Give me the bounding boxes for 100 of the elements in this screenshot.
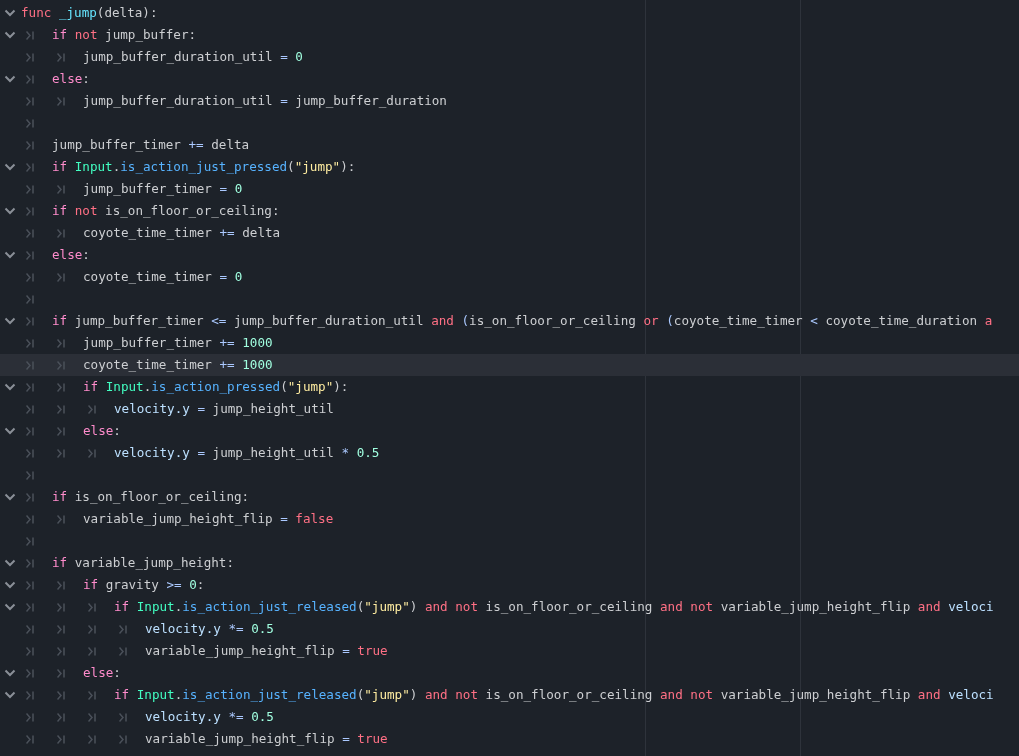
tab-marker-icon <box>26 206 34 216</box>
tab-marker-icon <box>57 580 65 590</box>
tab-marker-icon <box>57 712 65 722</box>
tab-marker-icon <box>26 30 34 40</box>
chevron-down-icon[interactable] <box>4 603 16 611</box>
code-line: else: <box>83 664 121 682</box>
chevron-down-icon[interactable] <box>4 163 16 171</box>
chevron-down-icon[interactable] <box>4 669 16 677</box>
chevron-down-icon[interactable] <box>4 493 16 501</box>
code-line: variable_jump_height_flip = true <box>145 642 388 660</box>
code-line: func _jump(delta): <box>21 4 158 22</box>
tab-marker-icon <box>26 624 34 634</box>
code-line: if Input.is_action_just_released("jump") and not is_on_floor_or_ceiling and not variable_jump_height_flip and veloci <box>114 598 994 616</box>
code-line: if variable_jump_height: <box>52 554 234 572</box>
code-line: coyote_time_timer += delta <box>83 224 281 242</box>
code-line: if Input.is_action_pressed("jump"): <box>83 378 349 396</box>
tab-marker-icon <box>26 602 34 612</box>
tab-marker-icon <box>57 228 65 238</box>
tab-marker-icon <box>119 624 127 634</box>
tab-marker-icon <box>57 96 65 106</box>
tab-marker-icon <box>26 492 34 502</box>
code-line: if gravity >= 0: <box>83 576 205 594</box>
tab-marker-icon <box>88 646 96 656</box>
tab-marker-icon <box>57 382 65 392</box>
chevron-down-icon[interactable] <box>4 691 16 699</box>
tab-marker-icon <box>26 514 34 524</box>
tab-marker-icon <box>26 404 34 414</box>
tab-marker-icon <box>88 448 96 458</box>
tab-marker-icon <box>26 690 34 700</box>
tab-marker-icon <box>26 96 34 106</box>
chevron-down-icon[interactable] <box>4 383 16 391</box>
code-line: velocity.y *= 0.5 <box>145 708 274 726</box>
tab-marker-icon <box>57 624 65 634</box>
code-line: coyote_time_timer = 0 <box>83 268 243 286</box>
tab-marker-icon <box>26 580 34 590</box>
tab-marker-icon <box>26 360 34 370</box>
code-line: if is_on_floor_or_ceiling: <box>52 488 250 506</box>
tab-marker-icon <box>26 228 34 238</box>
tab-marker-icon <box>26 426 34 436</box>
tab-marker-icon <box>57 448 65 458</box>
tab-marker-icon <box>26 162 34 172</box>
tab-marker-icon <box>26 382 34 392</box>
tab-marker-icon <box>26 52 34 62</box>
code-line: velocity.y = jump_height_util * 0.5 <box>114 444 380 462</box>
tab-marker-icon <box>57 360 65 370</box>
chevron-down-icon[interactable] <box>4 581 16 589</box>
tab-marker-icon <box>26 470 34 480</box>
code-line: if jump_buffer_timer <= jump_buffer_duration_util and (is_on_floor_or_ceiling or (coyote_time_timer < coyote_time_duration a <box>52 312 993 330</box>
tab-marker-icon <box>26 646 34 656</box>
chevron-down-icon[interactable] <box>4 559 16 567</box>
tab-marker-icon <box>26 316 34 326</box>
chevron-down-icon[interactable] <box>4 427 16 435</box>
tab-marker-icon <box>88 690 96 700</box>
tab-marker-icon <box>57 338 65 348</box>
code-line: if Input.is_action_just_pressed("jump"): <box>52 158 356 176</box>
code-line: jump_buffer_timer += delta <box>52 136 250 154</box>
tab-marker-icon <box>57 426 65 436</box>
code-line: else: <box>52 70 90 88</box>
code-line: jump_buffer_timer = 0 <box>83 180 243 198</box>
code-line: coyote_time_timer += 1000 <box>83 356 273 374</box>
tab-marker-icon <box>26 184 34 194</box>
tab-marker-icon <box>57 272 65 282</box>
tab-marker-icon <box>26 250 34 260</box>
code-line: jump_buffer_duration_util = 0 <box>83 48 303 66</box>
chevron-down-icon[interactable] <box>4 317 16 325</box>
chevron-down-icon[interactable] <box>4 207 16 215</box>
tab-marker-icon <box>26 558 34 568</box>
tab-marker-icon <box>26 338 34 348</box>
code-line: jump_buffer_duration_util = jump_buffer_duration <box>83 92 447 110</box>
tab-marker-icon <box>26 536 34 546</box>
tab-marker-icon <box>88 624 96 634</box>
tab-marker-icon <box>26 118 34 128</box>
tab-marker-icon <box>88 712 96 722</box>
tab-marker-icon <box>26 448 34 458</box>
chevron-down-icon[interactable] <box>4 75 16 83</box>
tab-marker-icon <box>26 712 34 722</box>
tab-marker-icon <box>119 734 127 744</box>
code-line: velocity.y *= 0.5 <box>145 620 274 638</box>
tab-marker-icon <box>57 514 65 524</box>
code-line: if not jump_buffer: <box>52 26 197 44</box>
code-line: variable_jump_height_flip = true <box>145 730 388 748</box>
code-line: velocity.y = jump_height_util <box>114 400 334 418</box>
tab-marker-icon <box>57 646 65 656</box>
chevron-down-icon[interactable] <box>4 9 16 17</box>
code-line: else: <box>83 422 121 440</box>
tab-marker-icon <box>57 184 65 194</box>
tab-marker-icon <box>88 602 96 612</box>
chevron-down-icon[interactable] <box>4 31 16 39</box>
tab-marker-icon <box>57 52 65 62</box>
tab-marker-icon <box>57 690 65 700</box>
tab-marker-icon <box>88 404 96 414</box>
tab-marker-icon <box>26 668 34 678</box>
chevron-down-icon[interactable] <box>4 251 16 259</box>
tab-marker-icon <box>57 668 65 678</box>
tab-marker-icon <box>119 646 127 656</box>
tab-marker-icon <box>88 734 96 744</box>
tab-marker-icon <box>57 734 65 744</box>
tab-marker-icon <box>26 74 34 84</box>
tab-marker-icon <box>57 404 65 414</box>
tab-marker-icon <box>26 140 34 150</box>
